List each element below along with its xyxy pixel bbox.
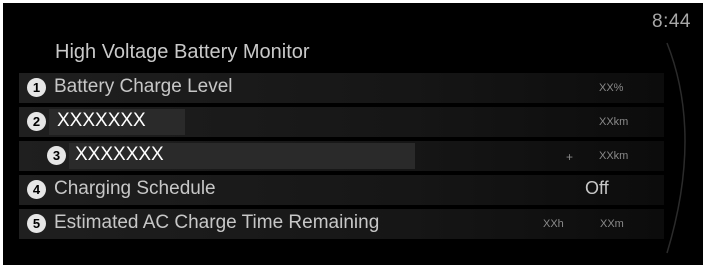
row-value-hours: XXh [543, 218, 564, 230]
callout-number: 3 [47, 146, 66, 165]
row-label: XXXXXXX [75, 144, 164, 165]
list-item-3[interactable]: 3 XXXXXXX + XXkm [3, 141, 703, 171]
clock: 8:44 [652, 11, 691, 32]
row-label: Estimated AC Charge Time Remaining [54, 212, 380, 233]
row-value-minutes: XXm [600, 218, 624, 230]
callout-number: 1 [27, 78, 46, 97]
list-item-charging-schedule[interactable]: 4 Charging Schedule Off [3, 175, 703, 205]
callout-number: 2 [27, 112, 46, 131]
list-item-battery-charge-level[interactable]: 1 Battery Charge Level XX% [3, 73, 703, 103]
callout-number: 4 [27, 180, 46, 199]
display-screen: 8:44 High Voltage Battery Monitor 1 Batt… [3, 3, 703, 265]
row-value: XXkm [599, 116, 629, 128]
list-item-estimated-ac-charge-time[interactable]: 5 Estimated AC Charge Time Remaining XXh… [3, 209, 703, 239]
row-label: Battery Charge Level [54, 76, 233, 97]
row-value: Off [585, 178, 609, 198]
row-value: XXkm [599, 150, 629, 162]
row-label: XXXXXXX [57, 110, 146, 131]
row-value: XX% [599, 82, 624, 94]
row-label: Charging Schedule [54, 178, 216, 199]
page-title: High Voltage Battery Monitor [55, 41, 310, 63]
plus-sign: + [566, 150, 574, 164]
callout-number: 5 [27, 214, 46, 233]
list-item-2[interactable]: 2 XXXXXXX XXkm [3, 107, 703, 137]
